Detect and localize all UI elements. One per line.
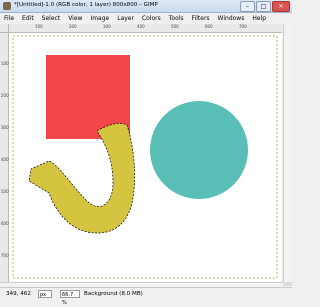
ruler-label: 600 bbox=[1, 221, 9, 226]
close-button[interactable]: ✕ bbox=[272, 1, 290, 12]
zoom-selector[interactable]: 66.7 % bbox=[60, 290, 80, 306]
menu-windows[interactable]: Windows bbox=[214, 15, 249, 22]
ruler-label: 700 bbox=[239, 24, 247, 29]
maximize-button[interactable]: □ bbox=[256, 1, 271, 12]
menu-edit[interactable]: Edit bbox=[18, 15, 38, 22]
ruler-label: 300 bbox=[1, 125, 9, 130]
ruler-label: 300 bbox=[103, 24, 111, 29]
menu-filters[interactable]: Filters bbox=[188, 15, 214, 22]
teal-circle-shape[interactable] bbox=[150, 101, 248, 199]
menu-image[interactable]: Image bbox=[86, 15, 113, 22]
ruler-label: 600 bbox=[205, 24, 213, 29]
vertical-ruler[interactable]: 100 200 300 400 500 600 700 bbox=[0, 33, 9, 282]
ruler-label: 200 bbox=[69, 24, 77, 29]
minimize-button[interactable]: – bbox=[240, 1, 255, 12]
menu-tools[interactable]: Tools bbox=[165, 15, 188, 22]
menu-colors[interactable]: Colors bbox=[138, 15, 165, 22]
canvas-drawing[interactable] bbox=[9, 33, 282, 282]
ruler-label: 400 bbox=[137, 24, 145, 29]
title-bar: *[Untitled]-1.0 (RGB color, 1 layer) 800… bbox=[0, 0, 292, 13]
ruler-label: 100 bbox=[35, 24, 43, 29]
image-canvas[interactable] bbox=[9, 33, 282, 282]
ruler-label: 700 bbox=[1, 253, 9, 258]
ruler-label: 500 bbox=[1, 189, 9, 194]
menu-view[interactable]: View bbox=[64, 15, 86, 22]
window-title: *[Untitled]-1.0 (RGB color, 1 layer) 800… bbox=[14, 2, 158, 8]
vertical-scrollbar[interactable] bbox=[283, 24, 293, 282]
pointer-coordinates: 349, 462 bbox=[6, 291, 31, 297]
yellow-brush-stroke[interactable] bbox=[29, 123, 135, 233]
horizontal-ruler[interactable]: 100 200 300 400 500 600 700 bbox=[9, 24, 282, 33]
menu-select[interactable]: Select bbox=[38, 15, 65, 22]
menu-file[interactable]: File bbox=[0, 15, 18, 22]
ruler-label: 500 bbox=[171, 24, 179, 29]
layer-info: Background (8.0 MB) bbox=[84, 291, 143, 297]
menu-bar: File Edit Select View Image Layer Colors… bbox=[0, 13, 292, 23]
ruler-label: 200 bbox=[1, 93, 9, 98]
navigate-button[interactable] bbox=[283, 282, 292, 286]
ruler-label: 100 bbox=[1, 61, 9, 66]
window-controls: – □ ✕ bbox=[240, 1, 290, 12]
menu-help[interactable]: Help bbox=[248, 15, 270, 22]
menu-layer[interactable]: Layer bbox=[113, 15, 138, 22]
ruler-corner[interactable] bbox=[0, 24, 9, 33]
ruler-label: 400 bbox=[1, 157, 9, 162]
unit-selector[interactable]: px bbox=[38, 290, 52, 298]
status-bar: 349, 462 px 66.7 % Background (8.0 MB) bbox=[0, 287, 292, 306]
gimp-app-icon bbox=[3, 2, 11, 10]
